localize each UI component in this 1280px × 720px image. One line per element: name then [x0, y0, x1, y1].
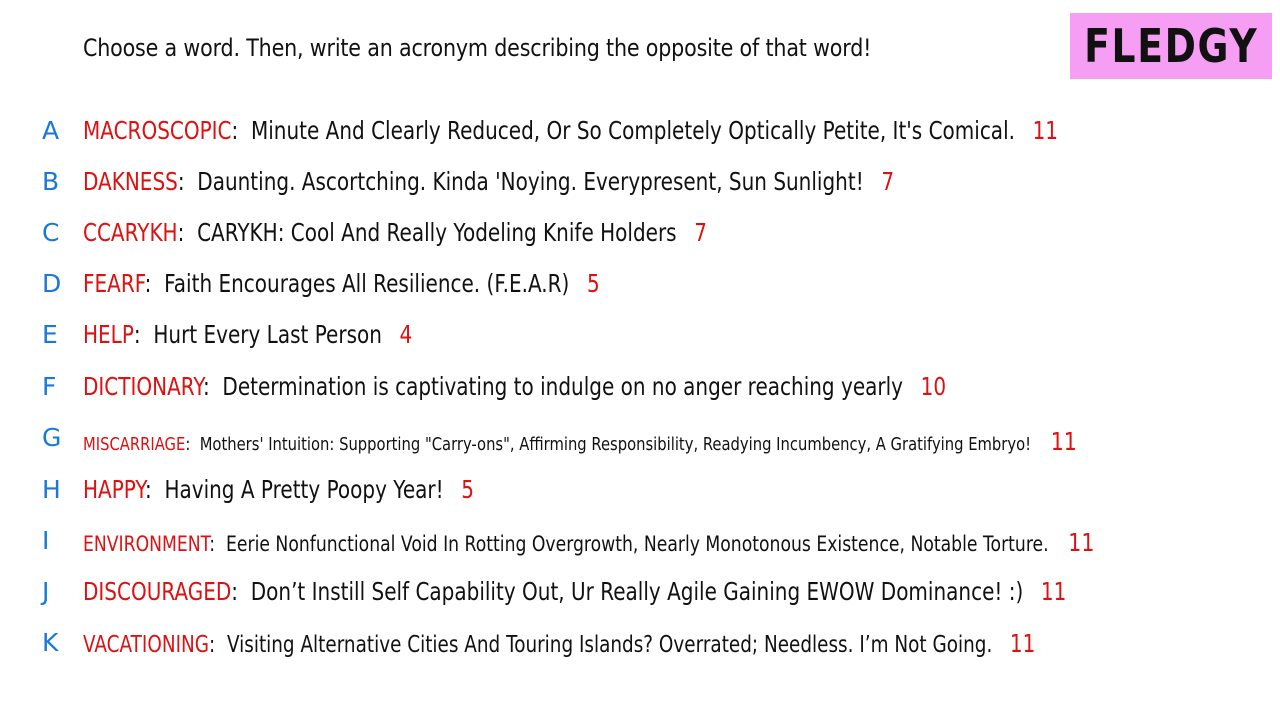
entry-score: 11 — [1040, 577, 1067, 606]
entry-line: DICTIONARY: Determination is captivating… — [83, 372, 947, 401]
entry-letter: A — [42, 116, 60, 145]
entry-letter: F — [42, 372, 57, 401]
entry-word: DAKNESS — [83, 167, 178, 196]
entry-line: MACROSCOPIC: Minute And Clearly Reduced,… — [83, 116, 1059, 145]
entry-acronym: Mothers' Intuition: Supporting "Carry-on… — [199, 434, 1032, 455]
entry-score: 7 — [881, 167, 895, 196]
entry-word: HAPPY — [83, 475, 145, 504]
entry-line: DAKNESS: Daunting. Ascortching. Kinda 'N… — [83, 167, 895, 196]
entry-line: VACATIONING: Visiting Alternative Cities… — [83, 629, 1036, 658]
entry-word: FEARF — [83, 269, 145, 298]
entry-letter: J — [42, 577, 50, 606]
entry-line: DISCOURAGED: Don’t Instill Self Capabili… — [83, 577, 1067, 606]
entry-score: 11 — [1050, 427, 1077, 456]
entry-letter: E — [42, 320, 58, 349]
entry-row-d: D FEARF: Faith Encourages All Resilience… — [0, 263, 1280, 303]
entry-score: 11 — [1032, 116, 1059, 145]
entry-row-c: C CCARYKH: CARYKH: Cool And Really Yodel… — [0, 212, 1280, 252]
entry-word: MACROSCOPIC — [83, 116, 232, 145]
entry-line: HAPPY: Having A Pretty Poopy Year! 5 — [83, 475, 474, 504]
entry-row-g: G MISCARRIAGE: Mothers' Intuition: Suppo… — [0, 417, 1280, 457]
entry-row-k: K VACATIONING: Visiting Alternative Citi… — [0, 622, 1280, 662]
entry-word: DICTIONARY — [83, 372, 203, 401]
entry-row-h: H HAPPY: Having A Pretty Poopy Year! 5 — [0, 469, 1280, 509]
entry-letter: H — [42, 475, 61, 504]
entry-line: MISCARRIAGE: Mothers' Intuition: Support… — [83, 427, 1077, 456]
entry-word: VACATIONING — [83, 632, 210, 658]
entry-letter: G — [42, 423, 62, 452]
entry-letter: K — [42, 628, 59, 657]
entry-word: DISCOURAGED — [83, 577, 232, 606]
entry-acronym: Hurt Every Last Person — [153, 320, 382, 349]
entry-score: 11 — [1009, 629, 1036, 658]
entry-word: ENVIRONMENT — [83, 532, 210, 556]
entry-line: ENVIRONMENT: Eerie Nonfunctional Void In… — [83, 528, 1095, 557]
entry-line: HELP: Hurt Every Last Person 4 — [83, 320, 413, 349]
entry-score: 11 — [1068, 528, 1095, 557]
entry-row-j: J DISCOURAGED: Don’t Instill Self Capabi… — [0, 571, 1280, 611]
entry-word: CCARYKH — [83, 218, 178, 247]
entry-acronym: Don’t Instill Self Capability Out, Ur Re… — [250, 577, 1024, 606]
entry-row-i: I ENVIRONMENT: Eerie Nonfunctional Void … — [0, 520, 1280, 560]
entry-acronym: Visiting Alternative Cities And Touring … — [226, 632, 993, 658]
entry-acronym: Having A Pretty Poopy Year! — [164, 475, 444, 504]
entry-row-a: A MACROSCOPIC: Minute And Clearly Reduce… — [0, 110, 1280, 150]
entry-score: 4 — [399, 320, 413, 349]
entry-acronym: Eerie Nonfunctional Void In Rotting Over… — [226, 532, 1049, 556]
entry-word: HELP — [83, 320, 134, 349]
entry-row-f: F DICTIONARY: Determination is captivati… — [0, 366, 1280, 406]
entry-score: 10 — [920, 372, 947, 401]
entry-acronym: CARYKH: Cool And Really Yodeling Knife H… — [197, 218, 677, 247]
entry-score: 5 — [586, 269, 600, 298]
entry-acronym: Daunting. Ascortching. Kinda 'Noying. Ev… — [197, 167, 864, 196]
entry-row-b: B DAKNESS: Daunting. Ascortching. Kinda … — [0, 161, 1280, 201]
entry-score: 5 — [461, 475, 474, 504]
entry-letter: B — [42, 167, 60, 196]
instruction-text: Choose a word. Then, write an acronym de… — [83, 34, 872, 62]
entry-letter: D — [42, 269, 62, 298]
entry-acronym: Minute And Clearly Reduced, Or So Comple… — [250, 116, 1015, 145]
entry-word: MISCARRIAGE — [83, 434, 186, 455]
entry-line: FEARF: Faith Encourages All Resilience. … — [83, 269, 600, 298]
entry-letter: I — [42, 526, 50, 555]
entry-line: CCARYKH: CARYKH: Cool And Really Yodelin… — [83, 218, 707, 247]
entry-letter: C — [42, 218, 60, 247]
entry-acronym: Determination is captivating to indulge … — [222, 372, 904, 401]
entry-score: 7 — [694, 218, 707, 247]
entry-row-e: E HELP: Hurt Every Last Person 4 — [0, 314, 1280, 354]
fledgy-logo: FLEDGY — [1070, 13, 1272, 79]
logo-text: FLEDGY — [1083, 19, 1259, 73]
entry-acronym: Faith Encourages All Resilience. (F.E.A.… — [164, 269, 570, 298]
